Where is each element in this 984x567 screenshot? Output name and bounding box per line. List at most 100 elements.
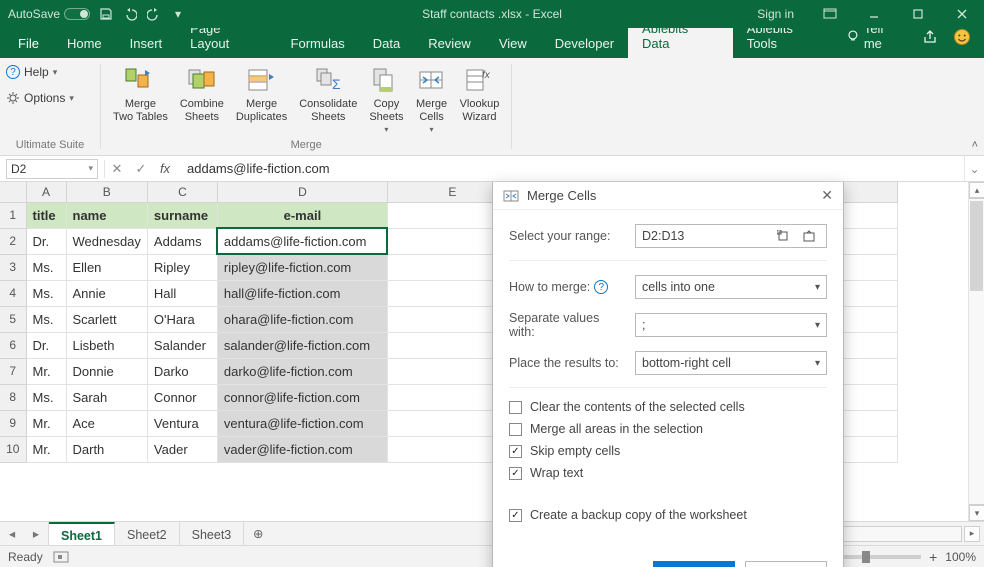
cell[interactable]: ventura@life-fiction.com (217, 410, 387, 436)
cell[interactable]: Sarah (66, 384, 147, 410)
expand-range-icon[interactable] (798, 225, 820, 247)
row-header[interactable]: 8 (0, 384, 26, 410)
tab-formulas[interactable]: Formulas (277, 30, 359, 58)
cell[interactable]: ripley@life-fiction.com (217, 254, 387, 280)
tab-developer[interactable]: Developer (541, 30, 628, 58)
help-icon[interactable]: ? (594, 280, 608, 294)
combine-sheets-button[interactable]: Combine Sheets (174, 62, 230, 136)
cell[interactable]: Annie (66, 280, 147, 306)
copy-sheets-button[interactable]: Copy Sheets▾ (363, 62, 409, 136)
cell[interactable]: title (26, 202, 66, 228)
cell[interactable]: Darth (66, 436, 147, 462)
zoom-in-icon[interactable]: + (929, 549, 937, 565)
signin-link[interactable]: Sign in (743, 7, 808, 21)
add-sheet-icon[interactable]: ⊕ (244, 522, 272, 545)
cell[interactable]: Wednesday (66, 228, 147, 254)
place-results-select[interactable]: bottom-right cell▾ (635, 351, 827, 375)
sheet-nav-next-icon[interactable]: ▸ (24, 522, 48, 545)
ribbon-options-icon[interactable] (808, 0, 852, 28)
cell[interactable]: Ellen (66, 254, 147, 280)
backup-checkbox[interactable]: Create a backup copy of the worksheet (509, 508, 827, 522)
merge-cells-button[interactable]: Merge Cells▾ (410, 62, 454, 136)
cell[interactable]: Darko (147, 358, 217, 384)
sheet-nav-prev-icon[interactable]: ◂ (0, 522, 24, 545)
cell[interactable]: darko@life-fiction.com (217, 358, 387, 384)
sheet-tab-2[interactable]: Sheet2 (115, 522, 180, 545)
col-header-a[interactable]: A (26, 182, 66, 202)
row-header[interactable]: 10 (0, 436, 26, 462)
range-input[interactable]: D2:D13 (635, 224, 827, 248)
cancel-formula-icon[interactable]: ✕ (105, 159, 129, 179)
close-icon[interactable] (940, 0, 984, 28)
cell[interactable]: surname (147, 202, 217, 228)
tab-insert[interactable]: Insert (116, 30, 177, 58)
zoom-handle[interactable] (862, 551, 870, 563)
consolidate-sheets-button[interactable]: ΣConsolidate Sheets (293, 62, 363, 136)
row-header[interactable]: 6 (0, 332, 26, 358)
row-header[interactable]: 3 (0, 254, 26, 280)
qat-customize-icon[interactable]: ▾ (170, 6, 186, 22)
row-header[interactable]: 5 (0, 306, 26, 332)
cell[interactable]: Ms. (26, 280, 66, 306)
options-button[interactable]: Options▾ (6, 88, 94, 108)
cell[interactable]: salander@life-fiction.com (217, 332, 387, 358)
cell[interactable]: Lisbeth (66, 332, 147, 358)
expand-formula-bar-icon[interactable]: ⌄ (964, 156, 984, 181)
col-header-d[interactable]: D (217, 182, 387, 202)
share-icon[interactable] (919, 25, 943, 49)
tab-view[interactable]: View (485, 30, 541, 58)
merge-button[interactable]: Merge (653, 561, 735, 567)
panel-close-icon[interactable]: ✕ (821, 187, 833, 204)
cell[interactable]: Connor (147, 384, 217, 410)
wrap-text-checkbox[interactable]: Wrap text (509, 466, 827, 480)
vlookup-wizard-button[interactable]: fxVlookup Wizard (454, 62, 506, 136)
scroll-right-icon[interactable]: ▸ (964, 526, 980, 542)
scroll-down-icon[interactable]: ▾ (969, 505, 984, 521)
cell[interactable]: Ms. (26, 306, 66, 332)
sheet-tab-1[interactable]: Sheet1 (49, 522, 115, 545)
col-header-c[interactable]: C (147, 182, 217, 202)
cell[interactable]: Hall (147, 280, 217, 306)
row-header[interactable]: 1 (0, 202, 26, 228)
vertical-scrollbar[interactable]: ▴ ▾ (968, 182, 984, 521)
cell[interactable]: Addams (147, 228, 217, 254)
cell[interactable]: Mr. (26, 358, 66, 384)
cell[interactable]: Ventura (147, 410, 217, 436)
cell[interactable]: hall@life-fiction.com (217, 280, 387, 306)
feedback-icon[interactable] (950, 25, 974, 49)
separator-select[interactable]: ;▾ (635, 313, 827, 337)
cell[interactable]: Dr. (26, 228, 66, 254)
cell[interactable]: Ms. (26, 384, 66, 410)
merge-duplicates-button[interactable]: Merge Duplicates (230, 62, 293, 136)
tab-file[interactable]: File (4, 30, 53, 58)
cell[interactable]: Salander (147, 332, 217, 358)
cancel-button[interactable]: Cancel (745, 561, 827, 567)
how-to-merge-select[interactable]: cells into one▾ (635, 275, 827, 299)
cell[interactable]: Ms. (26, 254, 66, 280)
undo-icon[interactable] (122, 6, 138, 22)
cell[interactable]: name (66, 202, 147, 228)
merge-all-areas-checkbox[interactable]: Merge all areas in the selection (509, 422, 827, 436)
select-all-corner[interactable] (0, 182, 26, 202)
tab-data[interactable]: Data (359, 30, 414, 58)
cell-active[interactable]: addams@life-fiction.com (217, 228, 387, 254)
cell[interactable]: Mr. (26, 436, 66, 462)
zoom-value[interactable]: 100% (945, 550, 976, 564)
redo-icon[interactable] (146, 6, 162, 22)
select-range-icon[interactable] (772, 225, 794, 247)
cell[interactable]: ohara@life-fiction.com (217, 306, 387, 332)
scroll-up-icon[interactable]: ▴ (969, 182, 984, 198)
collapse-ribbon-icon[interactable]: ˄ (972, 139, 978, 151)
cell[interactable]: e-mail (217, 202, 387, 228)
cell[interactable]: connor@life-fiction.com (217, 384, 387, 410)
cell[interactable]: Vader (147, 436, 217, 462)
cell[interactable]: Donnie (66, 358, 147, 384)
tab-review[interactable]: Review (414, 30, 485, 58)
name-box[interactable]: D2▾ (6, 159, 98, 179)
sheet-tab-3[interactable]: Sheet3 (180, 522, 245, 545)
cell[interactable]: Ace (66, 410, 147, 436)
cell[interactable]: Ripley (147, 254, 217, 280)
help-button[interactable]: ?Help▾ (6, 62, 94, 82)
skip-empty-checkbox[interactable]: Skip empty cells (509, 444, 827, 458)
save-icon[interactable] (98, 6, 114, 22)
